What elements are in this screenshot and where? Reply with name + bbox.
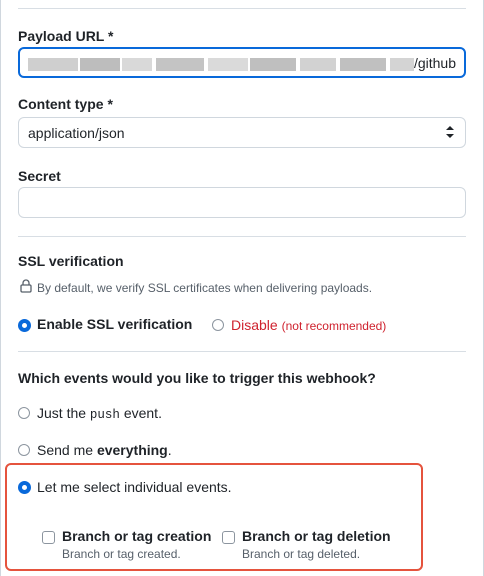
events-everything-suffix: . — [167, 442, 172, 458]
branch-tag-deletion-desc: Branch or tag deleted. — [242, 547, 361, 561]
secret-input[interactable] — [18, 187, 466, 218]
events-everything-prefix: Send me — [37, 442, 97, 458]
ssl-heading: SSL verification — [18, 253, 124, 269]
content-type-select[interactable]: application/json — [18, 117, 466, 148]
section-divider-events — [18, 351, 466, 352]
branch-tag-creation-desc: Branch or tag created. — [62, 547, 181, 561]
content-type-value: application/json — [28, 125, 125, 141]
events-everything-bold: everything — [96, 442, 168, 458]
up-down-caret-icon — [446, 126, 454, 138]
events-push-prefix: Just the — [37, 405, 90, 421]
branch-tag-deletion-checkbox[interactable] — [222, 531, 235, 544]
events-push-option[interactable]: Just the push event. — [37, 405, 162, 422]
top-divider — [18, 8, 466, 9]
ssl-enable-label[interactable]: Enable SSL verification — [37, 316, 192, 332]
payload-url-label: Payload URL * — [18, 28, 114, 44]
events-push-suffix: event. — [119, 405, 162, 421]
branch-tag-creation-checkbox[interactable] — [42, 531, 55, 544]
events-question: Which events would you like to trigger t… — [18, 370, 376, 386]
lock-icon — [20, 279, 32, 293]
events-individual-label[interactable]: Let me select individual events. — [37, 479, 232, 495]
ssl-note: By default, we verify SSL certificates w… — [37, 281, 373, 295]
payload-url-suffix: /github — [413, 55, 456, 71]
ssl-enable-radio[interactable] — [18, 319, 31, 332]
events-push-code: push — [89, 408, 120, 422]
events-everything-radio[interactable] — [18, 444, 30, 456]
events-everything-option[interactable]: Send me everything. — [37, 442, 172, 458]
ssl-disable-note: (not recommended) — [281, 319, 387, 333]
events-individual-radio[interactable] — [18, 481, 31, 494]
payload-url-input[interactable]: /github — [18, 47, 466, 78]
left-frame-border — [0, 0, 1, 576]
secret-label: Secret — [18, 168, 61, 184]
events-push-radio[interactable] — [18, 407, 30, 419]
section-divider-ssl — [18, 236, 466, 237]
content-type-label: Content type * — [18, 96, 113, 112]
ssl-disable-option[interactable]: Disable (not recommended) — [231, 317, 386, 333]
ssl-disable-label: Disable — [231, 317, 278, 333]
branch-tag-deletion-title[interactable]: Branch or tag deletion — [242, 528, 391, 544]
ssl-disable-radio[interactable] — [212, 319, 224, 331]
branch-tag-creation-title[interactable]: Branch or tag creation — [62, 528, 211, 544]
